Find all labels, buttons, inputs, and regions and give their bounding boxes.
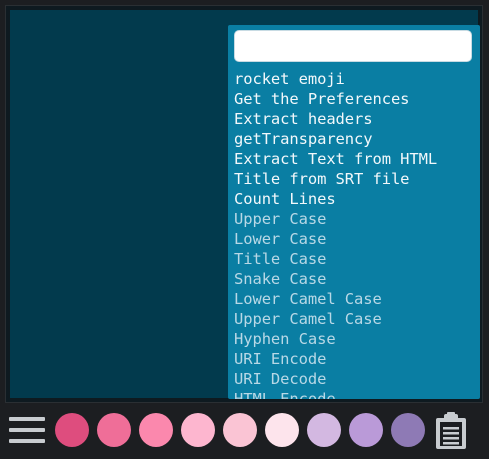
color-swatch[interactable]: [307, 413, 341, 447]
command-item[interactable]: getTransparency: [234, 129, 476, 149]
color-swatch[interactable]: [391, 413, 425, 447]
command-item[interactable]: Title Case: [234, 249, 476, 269]
command-item[interactable]: URI Encode: [234, 349, 476, 369]
command-item[interactable]: Get the Preferences: [234, 89, 476, 109]
command-item[interactable]: HTML Encode: [234, 389, 476, 399]
command-palette: rocket emoji Get the Preferences Extract…: [228, 25, 480, 399]
command-item[interactable]: Lower Case: [234, 229, 476, 249]
hamburger-menu-icon[interactable]: [9, 417, 45, 445]
command-item[interactable]: URI Decode: [234, 369, 476, 389]
color-swatch[interactable]: [139, 413, 173, 447]
command-item[interactable]: Lower Camel Case: [234, 289, 476, 309]
command-item[interactable]: Title from SRT file: [234, 169, 476, 189]
command-item[interactable]: rocket emoji: [234, 69, 476, 89]
color-swatch[interactable]: [265, 413, 299, 447]
command-search-input[interactable]: [234, 30, 472, 62]
color-swatch[interactable]: [97, 413, 131, 447]
bottom-toolbar: [0, 410, 489, 452]
command-item[interactable]: Hyphen Case: [234, 329, 476, 349]
color-swatch[interactable]: [181, 413, 215, 447]
command-item[interactable]: Upper Camel Case: [234, 309, 476, 329]
color-swatch[interactable]: [349, 413, 383, 447]
color-swatch[interactable]: [55, 413, 89, 447]
color-swatch[interactable]: [223, 413, 257, 447]
command-list: rocket emoji Get the Preferences Extract…: [234, 69, 476, 399]
command-item[interactable]: Extract Text from HTML: [234, 149, 476, 169]
command-item[interactable]: Count Lines: [234, 189, 476, 209]
command-item[interactable]: Upper Case: [234, 209, 476, 229]
app-window: rocket emoji Get the Preferences Extract…: [0, 0, 489, 459]
command-item[interactable]: Extract headers: [234, 109, 476, 129]
clipboard-icon[interactable]: [433, 412, 469, 450]
command-item[interactable]: Snake Case: [234, 269, 476, 289]
